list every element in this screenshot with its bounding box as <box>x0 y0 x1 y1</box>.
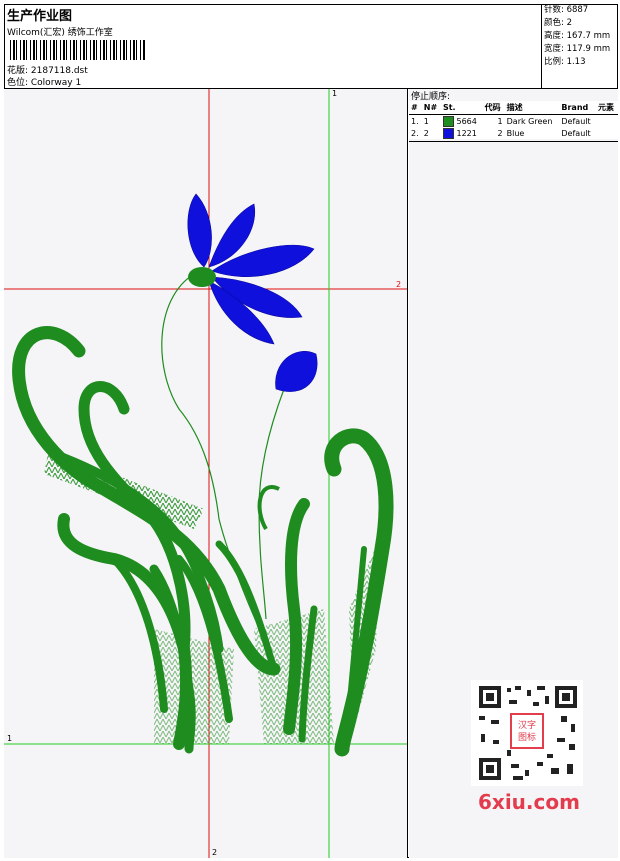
colorway-label: 色位: Colorway 1 <box>7 78 82 88</box>
design-width: 宽度: 117.9 mm <box>544 44 611 54</box>
red-guide-label-bottom: 2 <box>212 848 218 857</box>
qr-code: 汉字 图标 <box>471 680 583 786</box>
company-name: Wilcom(汇宏) 绣饰工作室 <box>7 28 113 38</box>
stop-sequence-table: # N# St. 代码 描述 Brand 元素 1. 1 5664 1 Dark… <box>409 101 618 139</box>
table-row[interactable]: 2. 2 1221 2 Blue Default <box>409 127 618 139</box>
col-brand: Brand <box>559 101 596 115</box>
stitch-count: 针数: 6887 <box>544 5 589 15</box>
red-guide-label-right: 2 <box>396 280 402 289</box>
blue-bud <box>275 351 318 392</box>
header-info: 生产作业图 Wilcom(汇宏) 绣饰工作室 花版: 2187118.dst 色… <box>4 4 542 88</box>
design-scale: 比例: 1.13 <box>544 57 586 67</box>
svg-text:汉字: 汉字 <box>518 719 536 731</box>
svg-text:图标: 图标 <box>518 731 536 743</box>
col-n: N# <box>421 101 441 115</box>
stem-curl <box>257 485 280 531</box>
barcode <box>10 40 146 60</box>
design-height: 高度: 167.7 mm <box>544 31 611 41</box>
page-title: 生产作业图 <box>7 9 73 24</box>
col-stitches: St. <box>440 101 483 115</box>
panel-divider <box>409 141 618 142</box>
col-index: # <box>409 101 422 115</box>
design-stats: 针数: 6887 颜色: 2 高度: 167.7 mm 宽度: 117.9 mm… <box>543 4 618 88</box>
color-swatch-blue <box>442 127 454 139</box>
stem-bud <box>258 388 285 620</box>
color-swatch-green <box>442 115 454 127</box>
green-guide-label-left: 1 <box>7 734 13 743</box>
flower-center <box>188 267 216 287</box>
watermark-logo: 6xiu.com <box>478 790 580 814</box>
stop-table-header: # N# St. 代码 描述 Brand 元素 <box>409 101 618 115</box>
color-count: 颜色: 2 <box>544 18 572 28</box>
col-code: 代码 <box>482 101 505 115</box>
green-guide-label-top: 1 <box>332 89 338 98</box>
embroidery-preview <box>4 89 407 858</box>
col-description: 描述 <box>504 101 560 115</box>
table-row[interactable]: 1. 1 5664 1 Dark Green Default <box>409 115 618 128</box>
design-canvas[interactable]: 1 2 1 2 <box>4 89 408 858</box>
col-element: 元素 <box>595 101 618 115</box>
